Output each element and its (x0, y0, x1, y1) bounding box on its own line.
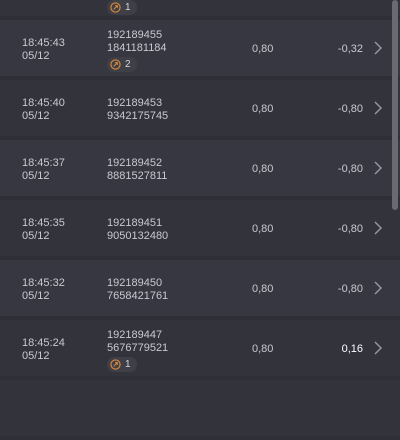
row-ids: 192189451 9050132480 (107, 217, 168, 243)
row-timestamp: 18:45:32 05/12 (22, 277, 65, 303)
row-ids: 192189455 1841181184 2 (107, 29, 167, 74)
transaction-row[interactable]: 18:45:35 05/12 192189451 9050132480 0,80… (0, 200, 400, 256)
row-odd: 0,80 (252, 283, 274, 295)
scrollbar[interactable] (392, 0, 398, 210)
row-odd: 0,80 (252, 163, 274, 175)
row-date: 05/12 (22, 290, 50, 302)
row-ids: 192189452 8881527811 (107, 157, 167, 183)
row-ids: 192189447 5676779521 1 (107, 329, 168, 374)
split-arrows-icon (110, 59, 121, 70)
split-arrows-icon (110, 359, 121, 370)
transactions-list: 1 18:45:43 05/12 192189455 1841181184 2 … (0, 0, 400, 440)
row-timestamp: 18:45:35 05/12 (22, 217, 65, 243)
row-id-secondary: 1841181184 (107, 42, 167, 54)
row-profit: -0,32 (337, 43, 363, 55)
row-ids: 192189450 7658421761 (107, 277, 168, 303)
chevron-right-icon[interactable] (373, 160, 383, 176)
row-time: 18:45:40 (22, 97, 65, 109)
row-time: 18:45:32 (22, 277, 65, 289)
row-time: 18:45:43 (22, 37, 65, 49)
split-count-badge: 1 (107, 0, 137, 15)
row-time: 18:45:37 (22, 157, 65, 169)
row-id-primary: 192189453 (107, 97, 163, 109)
row-id-primary: 192189455 (107, 29, 163, 41)
row-date: 05/12 (22, 50, 50, 62)
row-profit: -0,80 (337, 103, 363, 115)
row-odd: 0,80 (252, 223, 274, 235)
row-id-secondary: 9050132480 (107, 230, 169, 242)
split-count-badge: 2 (107, 57, 137, 72)
row-profit: 0,16 (341, 343, 363, 355)
chevron-right-icon[interactable] (373, 220, 383, 236)
row-id-secondary: 8881527811 (107, 170, 168, 182)
row-odd: 0,80 (252, 343, 274, 355)
row-id-secondary: 5676779521 (107, 342, 169, 354)
row-id-secondary: 9342175745 (107, 110, 169, 122)
row-timestamp: 18:45:43 05/12 (22, 37, 65, 63)
chevron-right-icon[interactable] (373, 340, 383, 356)
split-arrows-icon (110, 2, 121, 13)
row-time: 18:45:24 (22, 337, 65, 349)
row-date: 05/12 (22, 230, 50, 242)
row-time: 18:45:35 (22, 217, 65, 229)
transaction-row[interactable]: 18:45:40 05/12 192189453 9342175745 0,80… (0, 80, 400, 136)
row-odd: 0,80 (252, 103, 274, 115)
chevron-right-icon[interactable] (373, 100, 383, 116)
row-profit: -0,80 (337, 223, 363, 235)
row-odd: 0,80 (252, 43, 274, 55)
chevron-right-icon[interactable] (373, 280, 383, 296)
transaction-row[interactable]: 18:45:43 05/12 192189455 1841181184 2 0,… (0, 20, 400, 76)
row-date: 05/12 (22, 110, 50, 122)
row-id-primary: 192189451 (107, 217, 163, 229)
split-count-badge: 1 (107, 357, 137, 372)
row-profit: -0,80 (337, 283, 363, 295)
transaction-row[interactable]: 18:45:37 05/12 192189452 8881527811 0,80… (0, 140, 400, 196)
transaction-row[interactable]: 18:45:24 05/12 192189447 5676779521 1 0,… (0, 320, 400, 376)
row-date: 05/12 (22, 170, 50, 182)
transaction-row[interactable]: 1 (0, 0, 400, 16)
row-id-primary: 192189450 (107, 277, 163, 289)
row-ids: 192189453 9342175745 (107, 97, 168, 123)
chevron-right-icon[interactable] (373, 40, 383, 56)
row-id-primary: 192189452 (107, 157, 163, 169)
row-profit: -0,80 (337, 163, 363, 175)
row-id-secondary: 7658421761 (107, 290, 169, 302)
row-timestamp: 18:45:40 05/12 (22, 97, 65, 123)
transaction-row[interactable]: 18:45:32 05/12 192189450 7658421761 0,80… (0, 260, 400, 316)
row-date: 05/12 (22, 350, 50, 362)
transaction-row[interactable] (0, 380, 400, 436)
row-timestamp: 18:45:24 05/12 (22, 337, 65, 363)
row-id-primary: 192189447 (107, 329, 163, 341)
row-timestamp: 18:45:37 05/12 (22, 157, 65, 183)
